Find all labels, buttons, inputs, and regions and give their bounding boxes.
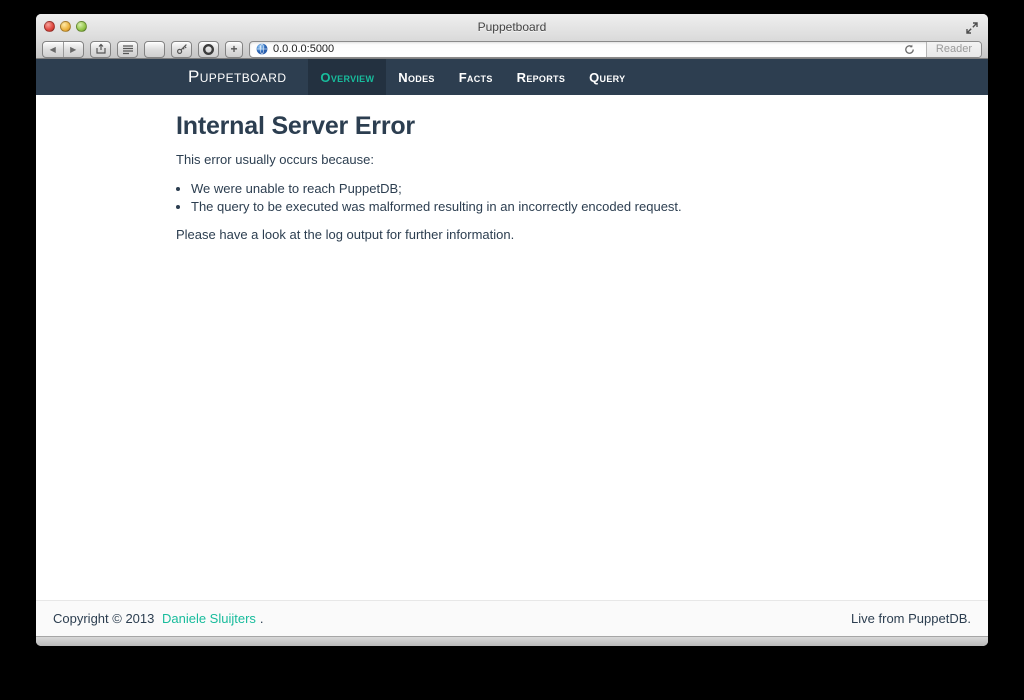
forward-button[interactable]: ▶ — [63, 42, 84, 57]
error-intro-text: This error usually occurs because: — [176, 152, 848, 168]
brand-puppetboard[interactable]: Puppetboard — [176, 59, 298, 95]
back-button[interactable]: ◀ — [43, 42, 63, 57]
globe-favicon — [256, 43, 268, 55]
error-reason-list: We were unable to reach PuppetDB; The qu… — [176, 181, 848, 214]
reader-button[interactable]: Reader — [926, 42, 981, 57]
share-button[interactable] — [90, 41, 111, 58]
puppetdb-status-text: Live from PuppetDB. — [851, 611, 971, 626]
refresh-icon[interactable] — [904, 44, 915, 55]
app-navbar: Puppetboard Overview Nodes Facts Reports… — [36, 59, 988, 95]
page-title: Internal Server Error — [176, 112, 848, 141]
desktop-background: Puppetboard ◀ ▶ — [0, 0, 1024, 700]
password-button[interactable] — [171, 41, 192, 58]
window-title: Puppetboard — [36, 20, 988, 34]
new-tab-button[interactable]: + — [225, 41, 243, 58]
nav-item-reports[interactable]: Reports — [505, 59, 578, 95]
nav-item-nodes[interactable]: Nodes — [386, 59, 446, 95]
error-outro-text: Please have a look at the log output for… — [176, 227, 848, 243]
nav-item-overview[interactable]: Overview — [308, 59, 386, 95]
error-reason-item: We were unable to reach PuppetDB; — [191, 181, 848, 196]
resize-arrows-icon[interactable] — [966, 22, 978, 34]
browser-chrome: Puppetboard ◀ ▶ — [36, 14, 988, 59]
nav-item-query[interactable]: Query — [577, 59, 637, 95]
address-bar[interactable]: 0.0.0.0:5000 Reader — [249, 41, 982, 58]
blank-toolbar-button[interactable] — [144, 41, 165, 58]
page-footer: Copyright © 2013 Daniele Sluijters. Live… — [36, 600, 988, 636]
key-icon — [176, 43, 188, 55]
nav-item-facts[interactable]: Facts — [447, 59, 505, 95]
share-icon — [95, 43, 107, 55]
copyright-prefix: Copyright © 2013 — [53, 611, 158, 626]
main-content: Internal Server Error This error usually… — [36, 95, 988, 600]
extension-button[interactable] — [198, 41, 219, 58]
error-reason-item: The query to be executed was malformed r… — [191, 199, 848, 214]
url-text[interactable]: 0.0.0.0:5000 — [273, 43, 899, 55]
history-nav-group: ◀ ▶ — [42, 41, 84, 58]
copyright-text: Copyright © 2013 Daniele Sluijters. — [53, 611, 264, 626]
navbar-container: Puppetboard Overview Nodes Facts Reports… — [176, 59, 848, 95]
ring-icon — [202, 43, 215, 56]
reading-list-button[interactable] — [117, 41, 138, 58]
nav-items: Overview Nodes Facts Reports Query — [308, 59, 637, 95]
titlebar[interactable]: Puppetboard — [36, 14, 988, 39]
copyright-suffix: . — [260, 611, 264, 626]
text-lines-icon — [122, 44, 134, 55]
browser-toolbar: ◀ ▶ — [36, 39, 988, 59]
author-link[interactable]: Daniele Sluijters — [162, 611, 256, 626]
browser-window: Puppetboard ◀ ▶ — [36, 14, 988, 646]
window-status-bar — [36, 636, 988, 646]
